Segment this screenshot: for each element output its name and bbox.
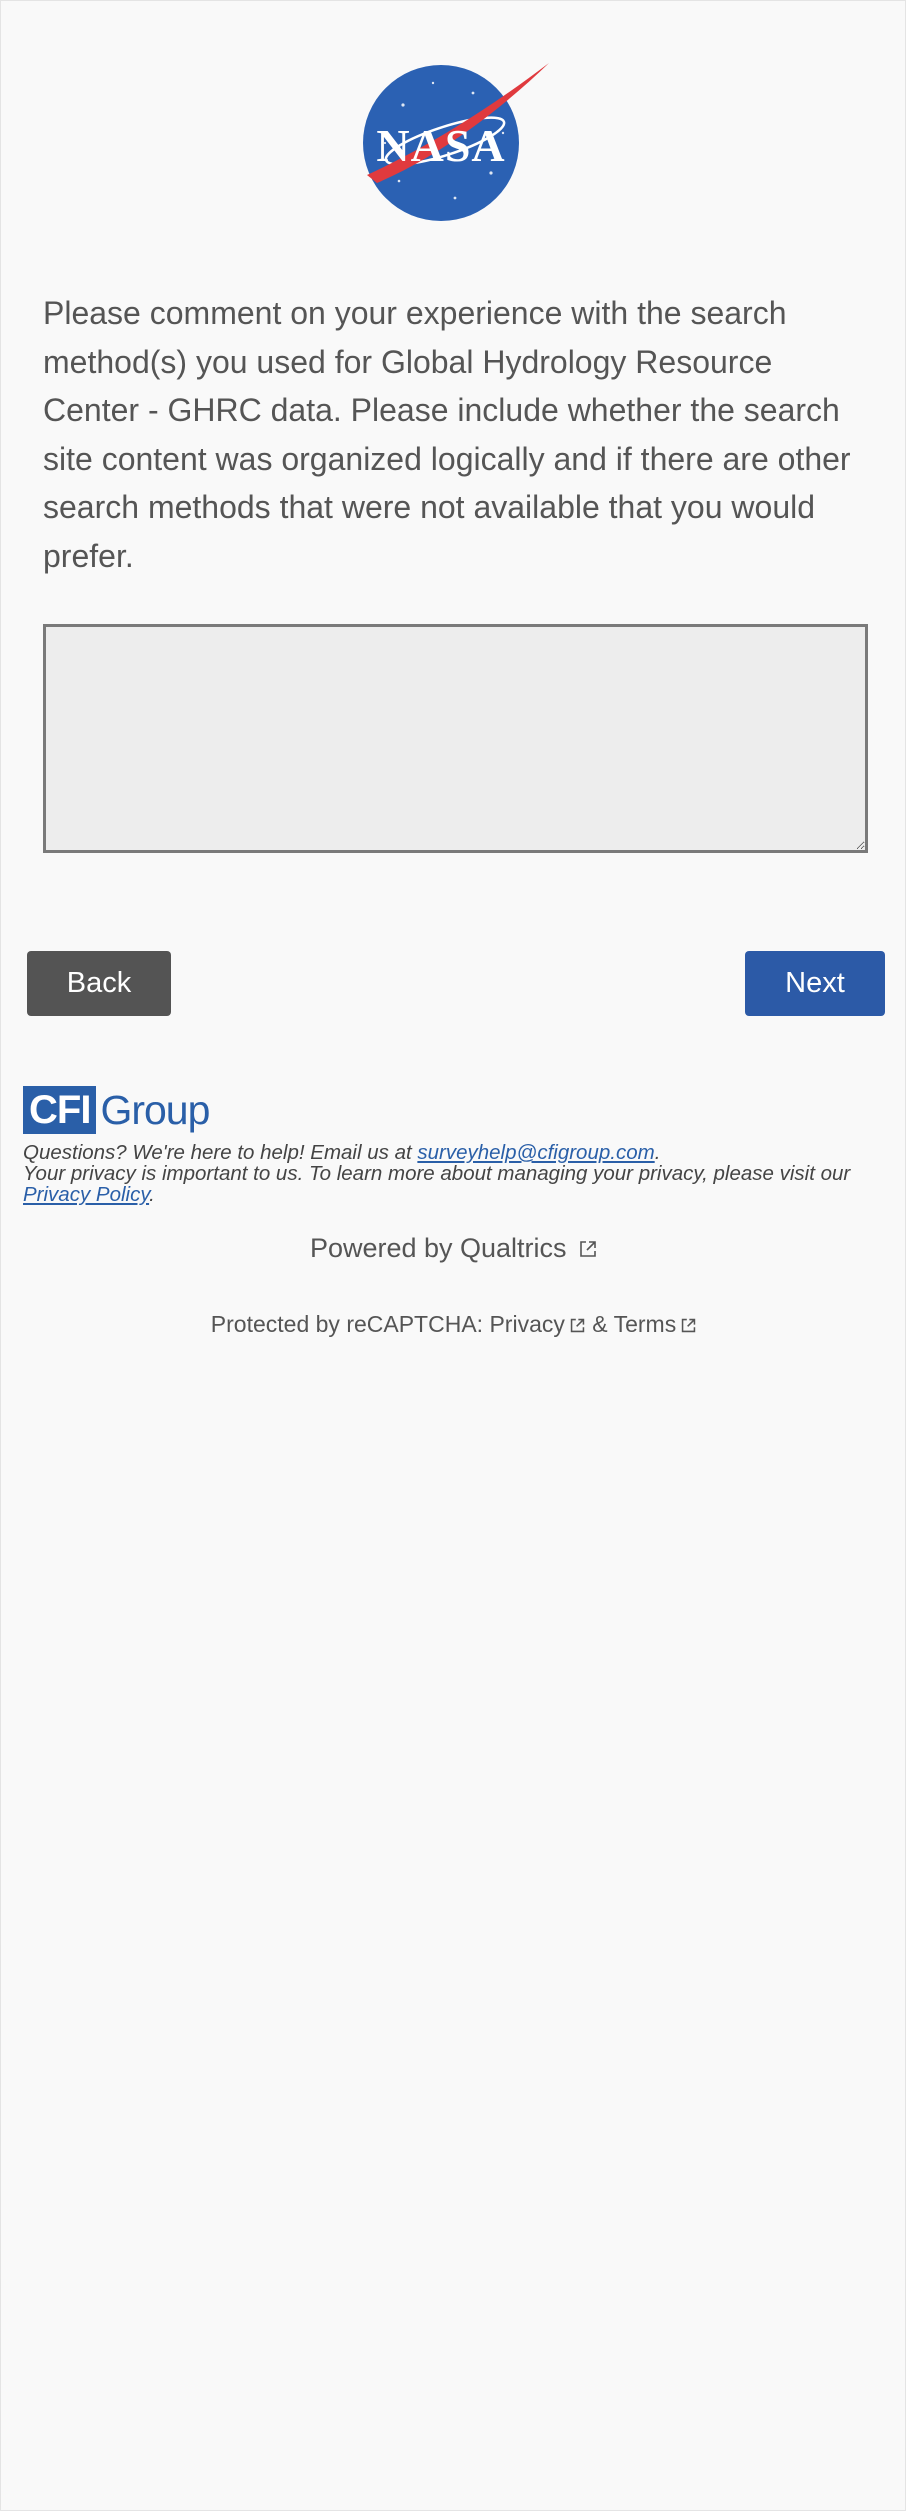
powered-by-label: Powered by Qualtrics xyxy=(309,1233,567,1263)
help-email-link[interactable]: surveyhelp@cfigroup.com xyxy=(417,1141,654,1164)
powered-by-qualtrics-link[interactable]: Powered by Qualtrics xyxy=(1,1233,906,1264)
recaptcha-notice: Protected by reCAPTCHA: Privacy & Terms xyxy=(1,1311,906,1338)
external-link-icon xyxy=(681,1318,696,1333)
cfi-group-logo: CFI Group xyxy=(23,1084,885,1136)
cfi-logo-word: Group xyxy=(100,1086,210,1133)
cfi-logo-box: CFI xyxy=(23,1086,97,1134)
survey-footer: CFI Group Questions? We're here to help!… xyxy=(23,1084,885,1205)
external-link-icon xyxy=(570,1318,585,1333)
nasa-wordmark: NASA xyxy=(376,120,505,171)
privacy-suffix: . xyxy=(149,1183,155,1206)
question-text: Please comment on your experience with t… xyxy=(43,295,851,574)
recaptcha-separator: & xyxy=(585,1311,614,1337)
privacy-policy-link[interactable]: Privacy Policy xyxy=(23,1183,149,1206)
recaptcha-privacy-label: Privacy xyxy=(489,1311,565,1337)
help-suffix: . xyxy=(654,1141,661,1164)
comment-textarea[interactable] xyxy=(43,624,868,853)
back-button[interactable]: Back xyxy=(27,951,171,1016)
help-prefix: Questions? We're here to help! Email us … xyxy=(23,1141,418,1164)
recaptcha-terms-label: Terms xyxy=(613,1311,677,1337)
privacy-prefix: Your privacy is important to us. To lear… xyxy=(23,1162,851,1185)
footer-help-text: Questions? We're here to help! Email us … xyxy=(23,1142,885,1205)
survey-page: NASA Please comment on your experience w… xyxy=(0,0,906,2511)
nasa-logo: NASA xyxy=(363,63,549,221)
recaptcha-terms-link[interactable]: Terms xyxy=(614,1311,698,1337)
recaptcha-prefix: Protected by reCAPTCHA: xyxy=(210,1311,490,1337)
next-button[interactable]: Next xyxy=(745,951,885,1016)
recaptcha-privacy-link[interactable]: Privacy xyxy=(489,1311,585,1337)
external-link-icon xyxy=(580,1241,596,1257)
